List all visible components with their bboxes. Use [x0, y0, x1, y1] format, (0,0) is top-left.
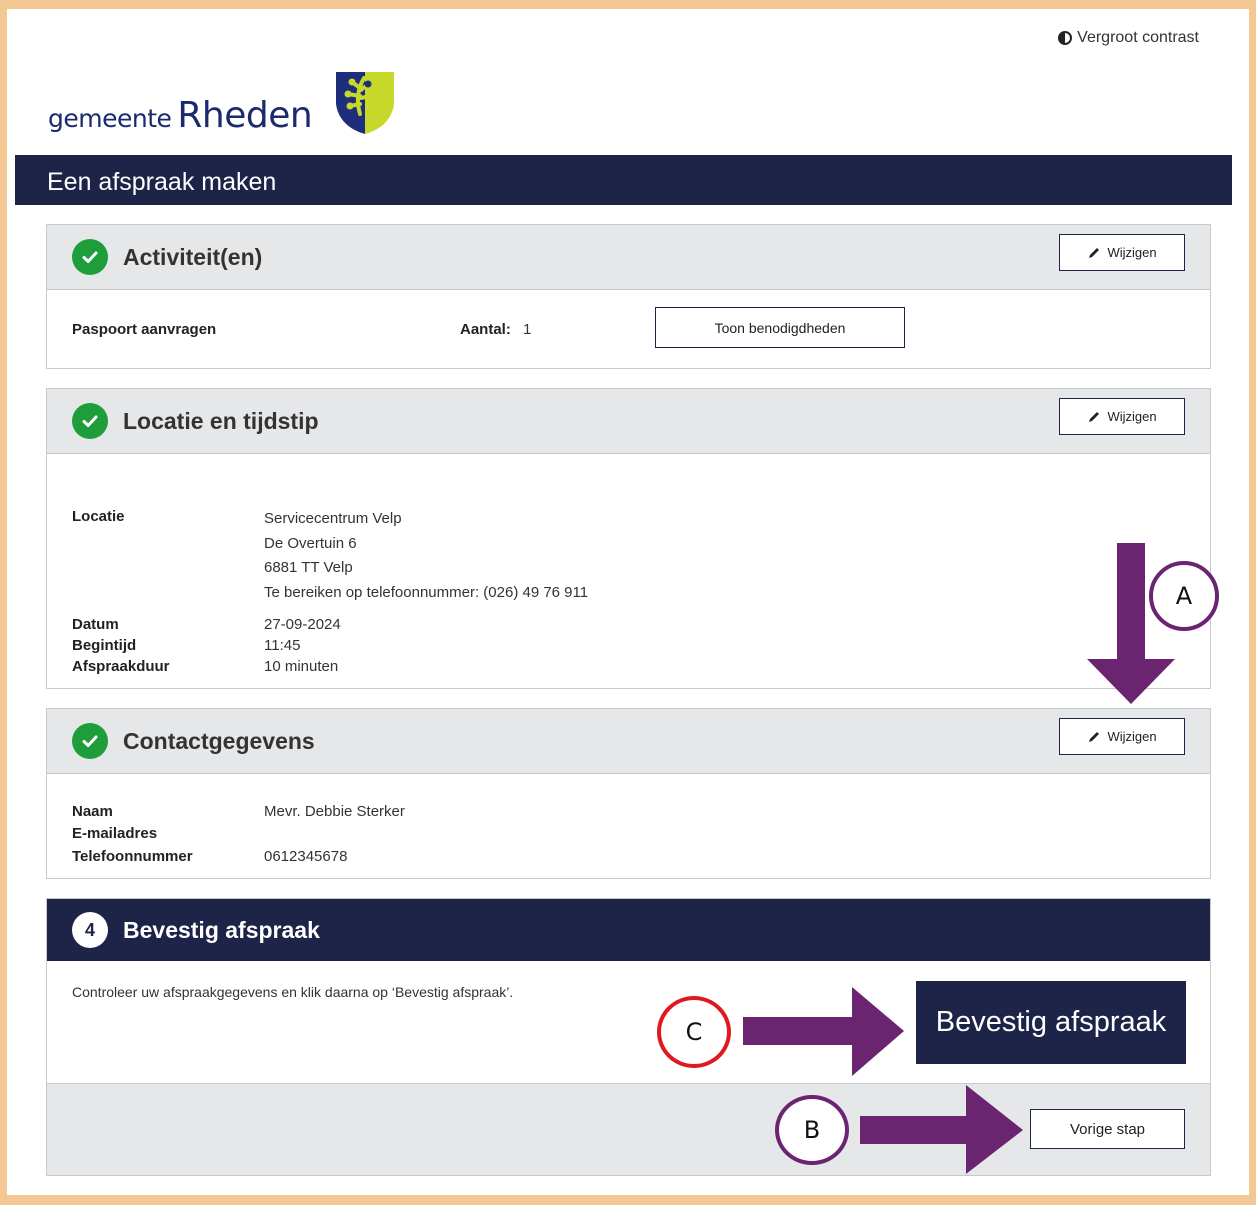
annotation-a: A	[1149, 561, 1219, 631]
arrow-c	[743, 987, 904, 1076]
arrow-b	[860, 1085, 1023, 1174]
annotation-arrows	[743, 543, 1175, 1174]
annotation-b: B	[775, 1095, 849, 1165]
annotation-c: C	[657, 996, 731, 1068]
